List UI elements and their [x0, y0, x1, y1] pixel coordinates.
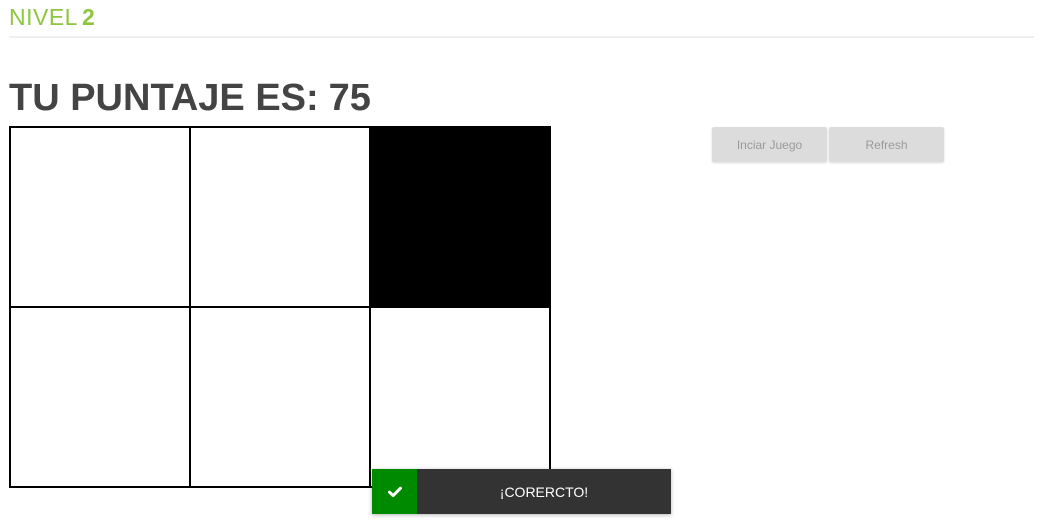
board-cell-r2-c3[interactable] — [369, 306, 551, 488]
level-number: 2 — [81, 4, 96, 30]
score-value: 75 — [328, 77, 371, 119]
check-icon — [387, 486, 402, 497]
start-game-button[interactable]: Inciar Juego — [712, 127, 827, 162]
board-cell-r2-c1[interactable] — [9, 306, 191, 488]
game-page: NIVEL 2 TU PUNTAJE ES: 75 Inciar Juego Ref… — [0, 0, 1043, 531]
level-header: NIVEL 2 — [9, 2, 1034, 38]
level-label: NIVEL — [9, 4, 78, 30]
board-cell-r1-c1[interactable] — [9, 126, 191, 308]
board-cell-r1-c2[interactable] — [189, 126, 371, 308]
game-board — [9, 126, 551, 488]
toast-message: ¡CORERCTO! — [499, 483, 589, 500]
toast-notification: ¡CORERCTO! — [372, 469, 671, 514]
game-controls: Inciar Juego Refresh — [712, 127, 944, 162]
board-cell-r2-c2[interactable] — [189, 306, 371, 488]
score-heading: TU PUNTAJE ES: 75 — [9, 72, 371, 124]
score-label: TU PUNTAJE ES: — [9, 77, 319, 119]
toast-icon-box — [372, 469, 417, 514]
board-cell-r1-c3[interactable] — [369, 126, 551, 308]
refresh-button[interactable]: Refresh — [829, 127, 944, 162]
